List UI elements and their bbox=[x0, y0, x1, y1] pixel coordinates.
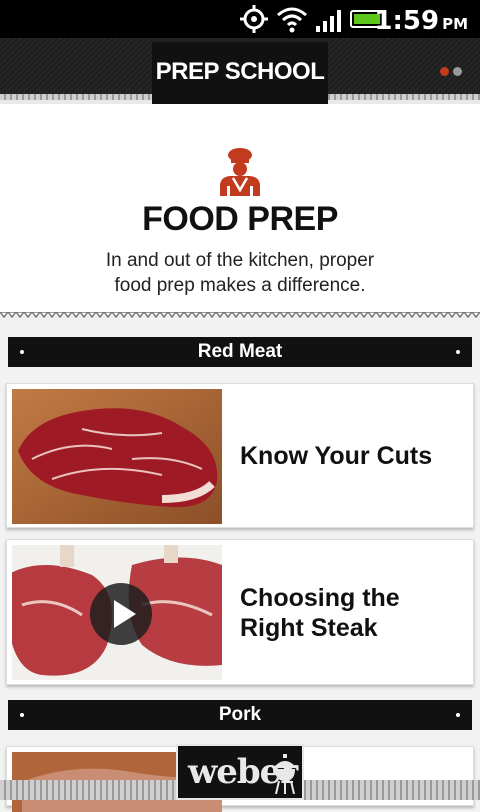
gps-icon bbox=[240, 5, 268, 33]
section-title: Red Meat bbox=[197, 341, 283, 362]
raw-steak-photo bbox=[12, 389, 222, 524]
section-header-pork: Pork bbox=[8, 700, 472, 730]
card-title: Know Your Cuts bbox=[240, 442, 433, 470]
section-dot bbox=[456, 713, 460, 717]
zigzag-divider bbox=[0, 312, 480, 322]
chef-icon bbox=[220, 148, 260, 196]
clock-time: 1:59 bbox=[374, 6, 440, 36]
section-dot bbox=[20, 350, 24, 354]
wifi-icon bbox=[277, 7, 307, 33]
page-indicator[interactable] bbox=[436, 63, 462, 81]
list-item-know-your-cuts[interactable]: Know Your Cuts bbox=[6, 383, 474, 528]
rib-steaks-photo bbox=[12, 545, 222, 680]
list-item-choosing-the-right-steak[interactable]: Choosing the Right Steak bbox=[6, 539, 474, 685]
page-title: PREP SCHOOL bbox=[155, 58, 325, 85]
weber-logo[interactable]: weber bbox=[176, 744, 304, 800]
play-icon bbox=[114, 600, 136, 628]
hero-description: In and out of the kitchen, proper food p… bbox=[105, 250, 375, 296]
page-dot bbox=[453, 67, 462, 76]
clock: 1:59 PM bbox=[374, 6, 468, 36]
page-dot-active bbox=[440, 67, 449, 76]
grill-icon bbox=[275, 754, 295, 794]
clock-ampm: PM bbox=[442, 15, 468, 33]
card-title: Choosing the Right Steak bbox=[240, 584, 400, 642]
status-bar: 1:59 PM bbox=[0, 0, 480, 38]
section-dot bbox=[456, 350, 460, 354]
section-title: Pork bbox=[218, 704, 262, 725]
section-header-red-meat: Red Meat bbox=[8, 337, 472, 367]
play-video-button[interactable] bbox=[90, 583, 152, 645]
section-dot bbox=[20, 713, 24, 717]
hero-title: FOOD PREP bbox=[142, 200, 338, 238]
signal-icon bbox=[316, 10, 341, 32]
